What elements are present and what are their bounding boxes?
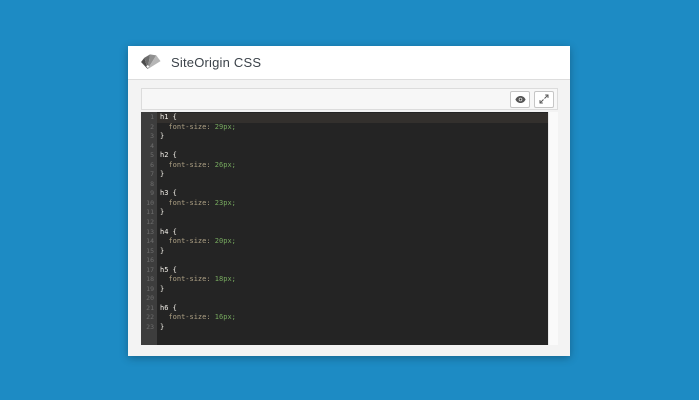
line-number: 3 <box>141 132 157 142</box>
window-title: SiteOrigin CSS <box>171 55 261 70</box>
code-line[interactable]: 16 <box>141 256 548 266</box>
code-line[interactable]: 19} <box>141 285 548 295</box>
code-text: font-size: 29px; <box>157 123 548 133</box>
code-line[interactable]: 11} <box>141 208 548 218</box>
code-text <box>157 142 548 152</box>
code-text: } <box>157 170 548 180</box>
line-number: 2 <box>141 123 157 133</box>
code-lines[interactable]: 1h1 {2 font-size: 29px;3}45h2 {6 font-si… <box>141 112 548 345</box>
editor-toolbar <box>141 88 558 110</box>
code-line[interactable]: 22 font-size: 16px; <box>141 313 548 323</box>
expand-editor-button[interactable] <box>534 91 554 108</box>
line-number: 4 <box>141 142 157 152</box>
code-line[interactable]: 12 <box>141 218 548 228</box>
css-code-editor[interactable]: 1h1 {2 font-size: 29px;3}45h2 {6 font-si… <box>141 112 558 345</box>
line-number: 23 <box>141 323 157 333</box>
siteorigin-logo-icon <box>140 53 163 72</box>
code-text <box>157 294 548 304</box>
code-line[interactable]: 15} <box>141 247 548 257</box>
window-header: SiteOrigin CSS <box>128 46 570 80</box>
code-text: } <box>157 323 548 333</box>
line-number: 11 <box>141 208 157 218</box>
line-number: 10 <box>141 199 157 209</box>
line-number: 13 <box>141 228 157 238</box>
line-number: 5 <box>141 151 157 161</box>
code-line[interactable]: 14 font-size: 20px; <box>141 237 548 247</box>
code-text: h4 { <box>157 228 548 238</box>
eye-icon <box>515 95 526 104</box>
siteorigin-css-window: SiteOrigin CSS <box>128 46 570 356</box>
line-number: 8 <box>141 180 157 190</box>
line-number: 6 <box>141 161 157 171</box>
code-text <box>157 218 548 228</box>
code-line[interactable]: 23} <box>141 323 548 333</box>
line-number: 16 <box>141 256 157 266</box>
code-line[interactable]: 3} <box>141 132 548 142</box>
code-line[interactable]: 21h6 { <box>141 304 548 314</box>
code-text: h1 { <box>157 113 548 123</box>
line-number: 19 <box>141 285 157 295</box>
line-number: 15 <box>141 247 157 257</box>
code-line[interactable]: 17h5 { <box>141 266 548 276</box>
code-line[interactable]: 9h3 { <box>141 189 548 199</box>
code-text: h5 { <box>157 266 548 276</box>
code-line[interactable]: 2 font-size: 29px; <box>141 123 548 133</box>
line-number: 18 <box>141 275 157 285</box>
editor-scrollbar[interactable] <box>548 112 558 345</box>
code-text: font-size: 26px; <box>157 161 548 171</box>
expand-icon <box>539 94 549 104</box>
line-number: 9 <box>141 189 157 199</box>
code-text: } <box>157 132 548 142</box>
line-number: 1 <box>141 113 157 123</box>
line-number: 20 <box>141 294 157 304</box>
code-text <box>157 180 548 190</box>
visual-inspector-button[interactable] <box>510 91 530 108</box>
code-line[interactable]: 1h1 { <box>141 113 548 123</box>
line-number: 7 <box>141 170 157 180</box>
line-number: 14 <box>141 237 157 247</box>
code-line[interactable]: 7} <box>141 170 548 180</box>
code-text: } <box>157 208 548 218</box>
code-text: h3 { <box>157 189 548 199</box>
code-line[interactable]: 10 font-size: 23px; <box>141 199 548 209</box>
code-line[interactable]: 6 font-size: 26px; <box>141 161 548 171</box>
code-text <box>157 256 548 266</box>
dialog-body: 1h1 {2 font-size: 29px;3}45h2 {6 font-si… <box>128 80 570 345</box>
code-text: font-size: 16px; <box>157 313 548 323</box>
code-line[interactable]: 13h4 { <box>141 228 548 238</box>
line-number: 17 <box>141 266 157 276</box>
line-number: 22 <box>141 313 157 323</box>
code-line[interactable]: 8 <box>141 180 548 190</box>
code-text: h6 { <box>157 304 548 314</box>
code-text: font-size: 18px; <box>157 275 548 285</box>
code-text: font-size: 23px; <box>157 199 548 209</box>
code-text: } <box>157 285 548 295</box>
code-line[interactable]: 5h2 { <box>141 151 548 161</box>
code-text: } <box>157 247 548 257</box>
code-text: font-size: 20px; <box>157 237 548 247</box>
line-number: 21 <box>141 304 157 314</box>
code-line[interactable]: 4 <box>141 142 548 152</box>
line-number: 12 <box>141 218 157 228</box>
code-line[interactable]: 20 <box>141 294 548 304</box>
code-line[interactable]: 18 font-size: 18px; <box>141 275 548 285</box>
code-text: h2 { <box>157 151 548 161</box>
